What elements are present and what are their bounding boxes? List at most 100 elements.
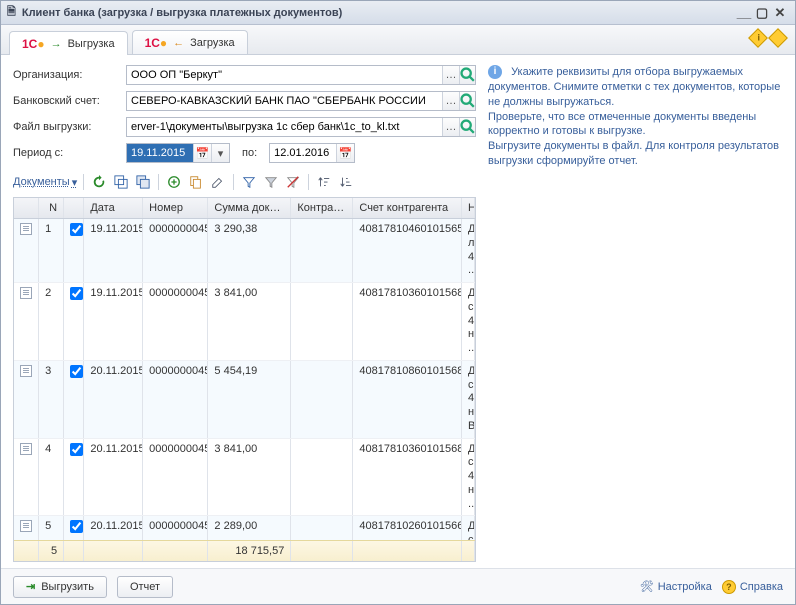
date-to-input[interactable] xyxy=(270,144,336,162)
tab-export-label: Выгрузка xyxy=(68,38,115,50)
cell-desc: Для зачисления на л/счет 408178108601015… xyxy=(462,361,475,438)
sort-desc-button[interactable] xyxy=(337,173,355,191)
col-kontr[interactable]: Контрагент xyxy=(291,198,353,218)
copy-button[interactable] xyxy=(187,173,205,191)
filter-by-button[interactable] xyxy=(262,173,280,191)
cell-sum: 2 289,00 xyxy=(208,516,291,540)
info-line2: Проверьте, что все отмеченные документы … xyxy=(488,111,756,138)
table-row[interactable]: 420.11.2015000000004583 841,004081781036… xyxy=(14,439,475,517)
cell-sum: 3 290,38 xyxy=(208,219,291,282)
cell-date: 20.11.2015 xyxy=(84,361,143,438)
row-checkbox[interactable] xyxy=(70,223,83,236)
maximize-button[interactable]: ▢ xyxy=(753,5,771,21)
cell-kontr xyxy=(291,219,353,282)
col-check[interactable] xyxy=(64,198,84,218)
date-to-cal-button[interactable]: 📅 xyxy=(336,144,354,162)
arrow-left-orange-icon: ← xyxy=(173,37,184,49)
table-row[interactable]: 119.11.2015000000004553 290,384081781046… xyxy=(14,219,475,283)
documents-menu[interactable]: Документы▾ xyxy=(13,176,77,189)
row-checkbox[interactable] xyxy=(70,520,83,533)
info-line3: Выгрузите документы в файл. Для контроля… xyxy=(488,140,779,167)
row-checkbox[interactable] xyxy=(70,287,83,300)
grid-body[interactable]: 119.11.2015000000004553 290,384081781046… xyxy=(14,219,475,540)
row-checkbox[interactable] xyxy=(70,365,83,378)
date-from-cal-button[interactable]: 📅 xyxy=(193,144,211,162)
cell-kontr xyxy=(291,361,353,438)
cell-acct: 40817810460101565801 xyxy=(353,219,462,282)
table-row[interactable]: 3 20.11.2015000000004575 454,19 4081781086… xyxy=(14,361,475,439)
col-icon[interactable] xyxy=(14,198,39,218)
minimize-button[interactable]: __ xyxy=(735,5,753,20)
help-link[interactable]: ? Справка xyxy=(722,580,783,594)
add-button[interactable] xyxy=(165,173,183,191)
cell-desc: Для зачисления на л/счет 408178102601015… xyxy=(462,516,475,540)
tab-import[interactable]: 1C● ← Загрузка xyxy=(132,30,248,54)
close-button[interactable]: ✕ xyxy=(771,5,789,21)
bank-input[interactable] xyxy=(127,92,442,110)
info-circle-icon: i xyxy=(488,65,502,79)
bank-label: Банковский счет: xyxy=(13,95,118,107)
cell-n: 4 xyxy=(39,439,64,516)
table-row[interactable]: 520.11.2015000000004592 289,004081781026… xyxy=(14,516,475,540)
window-icon: 🗎 xyxy=(7,3,16,22)
cell-num: 00000000459 xyxy=(143,516,208,540)
document-icon xyxy=(20,365,32,377)
cell-sum: 3 841,00 xyxy=(208,283,291,360)
warning-icon[interactable] xyxy=(768,28,788,48)
filter-off-button[interactable] xyxy=(284,173,302,191)
file-open-button[interactable] xyxy=(459,118,475,136)
cell-num: 00000000458 xyxy=(143,439,208,516)
bank-open-button[interactable] xyxy=(459,92,475,110)
cell-desc: Для зачисления на лицевой счет 408178104… xyxy=(462,219,475,282)
checkall-button[interactable] xyxy=(112,173,130,191)
info-line1: Укажите реквизиты для отбора выгружаемых… xyxy=(488,66,780,108)
settings-icon: 🛠 xyxy=(640,580,654,593)
cell-sum: 3 841,00 xyxy=(208,439,291,516)
table-row[interactable]: 219.11.2015000000004563 841,004081781036… xyxy=(14,283,475,361)
filter-button[interactable] xyxy=(240,173,258,191)
row-checkbox[interactable] xyxy=(70,443,83,456)
tab-export[interactable]: 1C● → Выгрузка xyxy=(9,31,128,55)
org-input[interactable] xyxy=(127,66,442,84)
chevron-down-icon: ▾ xyxy=(72,176,78,189)
col-desc[interactable]: Назначение платежа xyxy=(462,198,475,218)
col-date[interactable]: Дата xyxy=(84,198,143,218)
period-label: Период с: xyxy=(13,147,118,159)
cell-n: 3 xyxy=(39,361,64,438)
cell-kontr xyxy=(291,283,353,360)
org-open-button[interactable] xyxy=(459,66,475,84)
org-lookup-button[interactable]: … xyxy=(442,66,458,84)
settings-link[interactable]: 🛠 Настройка xyxy=(640,580,712,593)
cell-date: 19.11.2015 xyxy=(84,219,143,282)
col-num[interactable]: Номер xyxy=(143,198,208,218)
file-label: Файл выгрузки: xyxy=(13,121,118,133)
col-acct[interactable]: Счет контрагента xyxy=(353,198,462,218)
sort-asc-button[interactable] xyxy=(315,173,333,191)
document-icon xyxy=(20,223,32,235)
tab-import-label: Загрузка xyxy=(190,37,234,49)
edit-button[interactable] xyxy=(209,173,227,191)
logo-1c: 1C● xyxy=(145,36,168,50)
cell-sum: 5 454,19 xyxy=(208,361,291,438)
col-n[interactable]: N xyxy=(39,198,64,218)
cell-acct: 40817810260101566505 xyxy=(353,516,462,540)
col-sum[interactable]: Сумма докумен... xyxy=(208,198,291,218)
uncheckall-button[interactable] xyxy=(134,173,152,191)
cell-acct: 40817810860101568440 xyxy=(353,361,462,438)
date-from-input[interactable] xyxy=(127,144,193,162)
cell-n: 5 xyxy=(39,516,64,540)
file-lookup-button[interactable]: … xyxy=(442,118,458,136)
info-icon[interactable] xyxy=(748,28,768,48)
export-button[interactable]: ⇥ Выгрузить xyxy=(13,576,107,598)
total-sum: 18 715,57 xyxy=(208,541,291,561)
bank-lookup-button[interactable]: … xyxy=(442,92,458,110)
logo-1c: 1C● xyxy=(22,37,45,51)
document-icon xyxy=(20,443,32,455)
refresh-button[interactable] xyxy=(90,173,108,191)
cell-acct: 40817810360101568393 xyxy=(353,439,462,516)
file-input[interactable] xyxy=(127,118,442,136)
report-button[interactable]: Отчет xyxy=(117,576,173,598)
cell-num: 00000000457 xyxy=(143,361,208,438)
cell-kontr xyxy=(291,439,353,516)
date-from-spin[interactable]: ▾ xyxy=(211,144,229,162)
